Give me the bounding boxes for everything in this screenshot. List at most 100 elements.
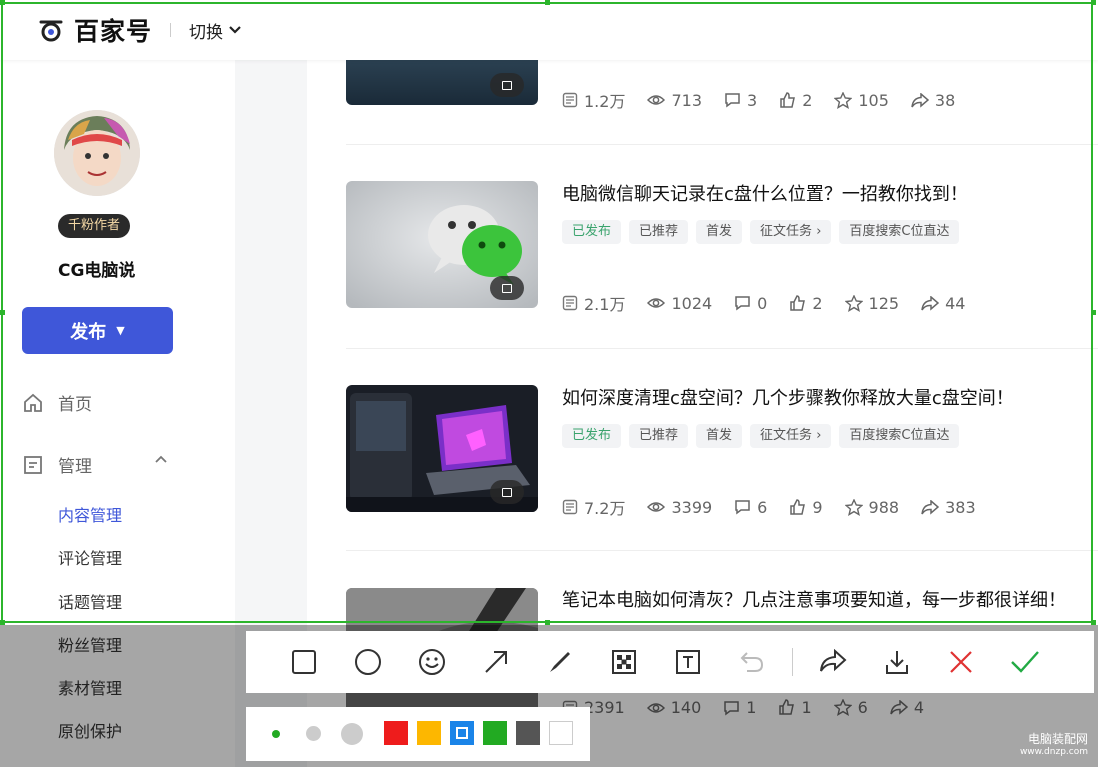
tag-essay-task[interactable]: 征文任务 ›: [750, 220, 832, 244]
likes-stat: 9: [789, 498, 823, 517]
fan-level-badge: 千粉作者: [58, 214, 131, 238]
resize-handle[interactable]: [0, 310, 5, 315]
comments-stat: 3: [724, 91, 757, 110]
color-swatch-white[interactable]: [549, 721, 573, 745]
tag-essay-task[interactable]: 征文任务 ›: [750, 424, 832, 448]
color-swatch-green[interactable]: [483, 721, 507, 745]
publish-button[interactable]: 发布 ▼: [22, 307, 173, 354]
divider: [346, 348, 1098, 349]
comments-count: 3: [747, 90, 758, 110]
watermark-text: 电脑装配网: [1027, 732, 1088, 746]
username: CG电脑说: [58, 261, 136, 281]
ellipse-icon: [355, 649, 381, 675]
color-swatch-blue[interactable]: [450, 721, 474, 745]
emoji-tool[interactable]: [400, 631, 464, 693]
chevron-up-icon[interactable]: [154, 454, 168, 464]
cancel-screenshot-button[interactable]: [929, 631, 993, 693]
download-tool[interactable]: [865, 631, 929, 693]
nav-label-manage: 管理: [58, 457, 92, 477]
sub-item-topics[interactable]: 话题管理: [58, 589, 122, 613]
baijiahao-logo[interactable]: 百家号: [38, 12, 152, 48]
resize-handle[interactable]: [0, 0, 5, 5]
brush-size-large[interactable]: [341, 723, 363, 745]
comment-icon: [735, 500, 750, 515]
likes-count: 2: [802, 90, 813, 110]
star-icon: [844, 294, 863, 312]
article-thumbnail[interactable]: [346, 385, 538, 512]
comments-stat: 6: [734, 498, 767, 517]
text-tool[interactable]: [656, 631, 720, 693]
tag-baidu-search: 百度搜索C位直达: [839, 424, 960, 448]
home-icon: [24, 393, 42, 412]
resize-handle[interactable]: [545, 620, 550, 625]
brush-size-small[interactable]: [272, 730, 280, 738]
article-title[interactable]: 笔记本电脑如何清灰？几点注意事项要知道，每一步都很详细！: [562, 586, 1066, 612]
share-tool[interactable]: [801, 631, 865, 693]
views-stat: 3399: [647, 498, 712, 517]
ellipse-tool[interactable]: [336, 631, 400, 693]
article-tags: 已发布 已推荐 首发 征文任务 › 百度搜索C位直达: [562, 220, 967, 244]
views-count: 713: [671, 90, 702, 110]
color-swatch-red[interactable]: [384, 721, 408, 745]
tag-recommended: 已推荐: [629, 424, 689, 448]
read-count: 7.2万: [584, 499, 626, 518]
tag-essay-task-label: 征文任务: [760, 428, 813, 443]
eye-icon: [647, 298, 666, 308]
sub-item-comments[interactable]: 评论管理: [58, 545, 122, 569]
resize-handle[interactable]: [545, 0, 550, 5]
nav-item-manage[interactable]: 管理: [22, 452, 92, 477]
thumbs-up-icon: [790, 294, 806, 311]
likes-stat: 2: [779, 91, 812, 110]
color-swatch-gray[interactable]: [516, 721, 540, 745]
mosaic-tool[interactable]: [592, 631, 656, 693]
color-swatch-yellow[interactable]: [417, 721, 441, 745]
avatar[interactable]: [54, 110, 140, 196]
switch-account-button[interactable]: 切换: [189, 18, 241, 43]
resize-handle[interactable]: [0, 620, 5, 625]
tag-essay-task-label: 征文任务: [760, 224, 813, 239]
resize-handle[interactable]: [1091, 0, 1096, 5]
views-count: 1024: [671, 293, 713, 313]
close-icon: [950, 651, 972, 673]
favorites-count: 105: [858, 90, 889, 110]
read-stat: 2.1万: [562, 291, 625, 315]
article-tags: 已发布 已推荐 首发 征文任务 › 百度搜索C位直达: [562, 424, 967, 448]
comment-icon: [725, 93, 740, 108]
article-title[interactable]: 如何深度清理c盘空间？几个步骤教你释放大量c盘空间！: [562, 384, 1014, 410]
article-title[interactable]: 电脑微信聊天记录在c盘什么位置？一招教你找到！: [562, 180, 968, 206]
undo-tool[interactable]: [720, 631, 784, 693]
sub-item-content[interactable]: 内容管理: [58, 502, 122, 526]
divider: [346, 144, 1098, 145]
read-count: 1.2万: [584, 92, 626, 111]
eye-icon: [647, 502, 666, 512]
article-stats: 2.1万 1024 0 2 125 44: [562, 291, 987, 315]
favorites-count: 125: [868, 293, 900, 313]
article-thumbnail[interactable]: [346, 181, 538, 308]
article-stats: 7.2万 3399 6 9 988 383: [562, 495, 998, 519]
brush-size-medium[interactable]: [306, 726, 321, 741]
nav-item-home[interactable]: 首页: [22, 390, 92, 415]
article-type-icon: [490, 480, 524, 504]
divider: [346, 550, 1098, 551]
comments-stat: 0: [734, 294, 767, 313]
arrow-tool[interactable]: [464, 631, 528, 693]
article-thumbnail[interactable]: [346, 60, 538, 105]
manage-icon: [24, 455, 42, 474]
chevron-right-icon: ›: [816, 224, 822, 239]
views-stat: 713: [647, 91, 702, 110]
resize-handle[interactable]: [1091, 310, 1096, 315]
resize-handle[interactable]: [1091, 620, 1096, 625]
views-stat: 1024: [647, 294, 712, 313]
shares-count: 38: [934, 90, 956, 110]
tag-first-release: 首发: [696, 424, 743, 448]
text-icon: [676, 650, 700, 674]
pen-tool[interactable]: [528, 631, 592, 693]
logo-text: 百家号: [74, 17, 153, 46]
favorites-stat: 125: [844, 293, 900, 313]
comment-icon: [735, 296, 750, 311]
mosaic-icon: [612, 650, 636, 674]
switch-label: 切换: [189, 22, 224, 43]
confirm-screenshot-button[interactable]: [993, 631, 1057, 693]
rectangle-tool[interactable]: [272, 631, 336, 693]
article-type-icon: [490, 276, 524, 300]
